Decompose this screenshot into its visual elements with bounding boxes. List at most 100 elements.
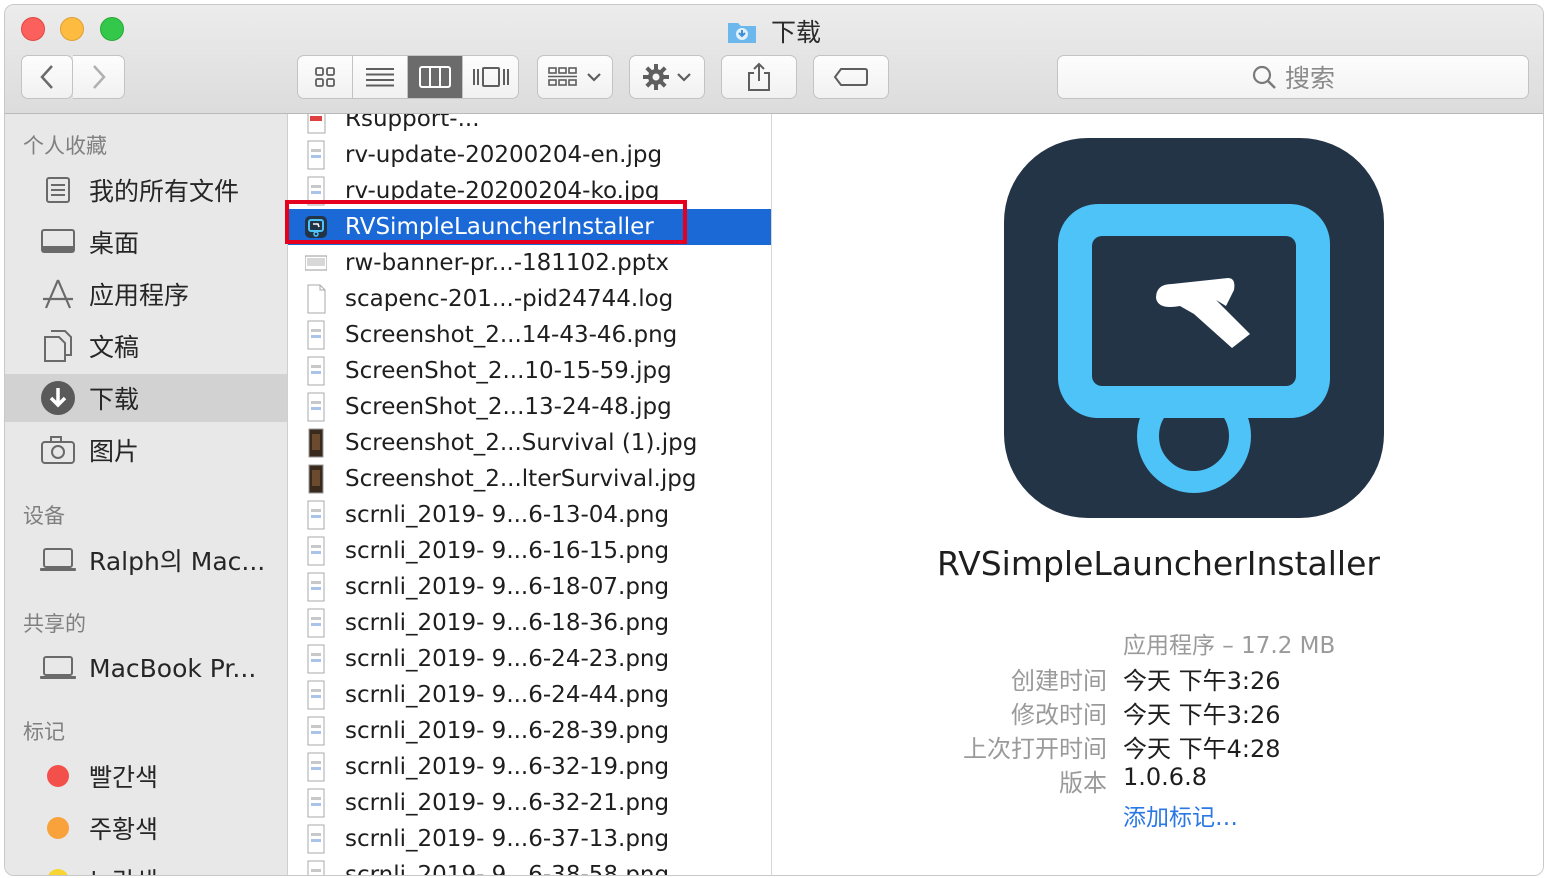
file-row[interactable]: ScreenShot_2...13-24-48.jpg [288,389,771,425]
sidebar-item-applications[interactable]: 应用程序 [5,270,287,318]
sidebar: 个人收藏 我的所有文件 桌面 应用程序 文稿 下载 图片 设备 Ralph의 M… [5,114,288,875]
file-row[interactable]: rv-update-20200204-en.jpg [288,137,771,173]
sidebar-tag-red[interactable]: 빨간색 [5,752,287,800]
file-row[interactable]: scrnli_2019- 9...6-32-21.png [288,785,771,821]
sidebar-tag-orange[interactable]: 주황색 [5,804,287,852]
finder-window: 下载 搜索 个人收藏 我的所有文件 桌面 应用程序 文稿 下载 图片 设备 Ra… [4,4,1544,876]
gallery-view-icon [472,67,509,87]
sidebar-item-documents[interactable]: 文稿 [5,322,287,370]
file-name: scrnli_2019- 9...6-38-58.png [345,862,670,876]
image-file-icon [305,608,327,638]
file-name: scrnli_2019- 9...6-28-39.png [345,718,670,744]
title-bar: 下载 搜索 [5,5,1543,114]
photo-file-icon [305,428,327,458]
action-menu-button[interactable] [629,55,705,99]
image-file-icon [305,140,327,170]
file-name: rv-update-20200204-ko.jpg [345,178,660,204]
sidebar-item-all-files[interactable]: 我的所有文件 [5,166,287,214]
image-file-icon [305,644,327,674]
sidebar-item-pictures[interactable]: 图片 [5,426,287,474]
column-view-button[interactable] [408,56,463,98]
applications-icon [38,274,78,314]
file-row[interactable]: scrnli_2019- 9...6-13-04.png [288,497,771,533]
meta-value: 今天 下午3:26 [1123,667,1281,695]
pictures-icon [38,430,78,470]
file-row[interactable]: scrnli_2019- 9...6-18-36.png [288,605,771,641]
file-row[interactable]: scrnli_2019- 9...6-18-07.png [288,569,771,605]
image-file-icon [305,176,327,206]
group-by-button[interactable] [537,55,613,99]
file-name: scrnli_2019- 9...6-24-23.png [345,646,670,672]
gallery-view-button[interactable] [463,56,518,98]
rv-launcher-app-icon [1004,138,1384,518]
image-file-icon [305,392,327,422]
file-row[interactable]: rv-update-20200204-ko.jpg [288,173,771,209]
sidebar-item-device-mac[interactable]: Ralph의 Mac... [5,536,287,584]
file-row[interactable]: ScreenShot_2...10-15-59.jpg [288,353,771,389]
sidebar-item-downloads[interactable]: 下载 [5,374,287,422]
preview-kind-size: 应用程序 – 17.2 MB [1123,633,1336,659]
meta-row-created: 创建时间 今天 下午3:26 [772,661,1543,695]
all-files-icon [38,170,78,210]
search-field[interactable]: 搜索 [1057,55,1529,99]
file-name: Screenshot_2...lterSurvival.jpg [345,466,697,492]
file-column[interactable]: Rsupport-... rv-update-20200204-en.jpg rv-… [288,114,772,876]
meta-value: 今天 下午3:26 [1123,701,1281,729]
tags-button[interactable] [813,55,889,99]
file-name: scrnli_2019- 9...6-16-15.png [345,538,670,564]
sidebar-item-label: 노란색 [89,862,158,875]
file-name: ScreenShot_2...13-24-48.jpg [345,394,672,420]
sidebar-section-tags: 标记 [23,720,65,744]
chevron-down-icon [677,73,691,82]
preview-pane: RVSimpleLauncherInstaller 应用程序 – 17.2 MB… [772,114,1543,875]
file-row[interactable]: scrnli_2019- 9...6-24-44.png [288,677,771,713]
file-row[interactable]: rw-banner-pr...-181102.pptx [288,245,771,281]
file-row[interactable]: Screenshot_2...Survival (1).jpg [288,425,771,461]
share-icon [748,62,770,91]
file-row[interactable]: Screenshot_2...14-43-46.png [288,317,771,353]
add-tags-link[interactable]: 添加标记… [1123,798,1238,832]
sidebar-item-shared-macbook[interactable]: MacBook Pr... [5,644,287,692]
sidebar-section-shared: 共享的 [23,612,86,636]
file-row[interactable]: scrnli_2019- 9...6-24-23.png [288,641,771,677]
file-row[interactable]: scapenc-201...-pid24744.log [288,281,771,317]
icon-view-icon [315,67,335,87]
list-view-button[interactable] [353,56,408,98]
sidebar-item-label: 文稿 [89,333,140,362]
file-row[interactable]: scrnli_2019- 9...6-38-58.png [288,857,771,876]
pptx-file-icon [304,248,328,278]
file-row[interactable]: scrnli_2019- 9...6-28-39.png [288,713,771,749]
forward-button[interactable] [73,55,125,99]
file-row[interactable]: Rsupport-... [288,114,771,137]
file-name: Screenshot_2...14-43-46.png [345,322,678,348]
window-title: 下载 [770,18,821,47]
meta-row-last-opened: 上次打开时间 今天 下午4:28 [772,729,1543,763]
sidebar-item-label: 下载 [89,385,140,414]
file-row[interactable]: scrnli_2019- 9...6-37-13.png [288,821,771,857]
sidebar-item-label: 주황색 [89,815,159,844]
share-button[interactable] [721,55,797,99]
group-grid-icon [548,67,577,86]
image-file-icon [305,860,327,875]
file-name: scrnli_2019- 9...6-32-19.png [345,754,670,780]
file-name: scrnli_2019- 9...6-18-07.png [345,574,670,600]
sidebar-item-desktop[interactable]: 桌面 [5,218,287,266]
sidebar-tag-yellow[interactable]: 노란색 [5,856,287,875]
back-button[interactable] [21,55,73,99]
sidebar-item-label: 빨간색 [89,763,159,792]
image-file-icon [305,356,327,386]
pdf-file-icon [305,114,327,134]
sidebar-item-label: 图片 [89,437,140,466]
meta-key: 修改时间 [1011,701,1107,729]
image-file-icon [305,500,327,530]
meta-value: 1.0.6.8 [1123,763,1207,791]
icon-view-button[interactable] [298,56,353,98]
file-row[interactable]: scrnli_2019- 9...6-32-19.png [288,749,771,785]
file-row[interactable]: scrnli_2019- 9...6-16-15.png [288,533,771,569]
file-row[interactable]: Screenshot_2...lterSurvival.jpg [288,461,771,497]
file-name: scrnli_2019- 9...6-13-04.png [345,502,670,528]
search-placeholder: 搜索 [1284,64,1335,93]
list-view-icon [366,68,394,87]
file-name: Rsupport-... [345,114,480,132]
file-row-selected[interactable]: RVSimpleLauncherInstaller [288,209,771,245]
